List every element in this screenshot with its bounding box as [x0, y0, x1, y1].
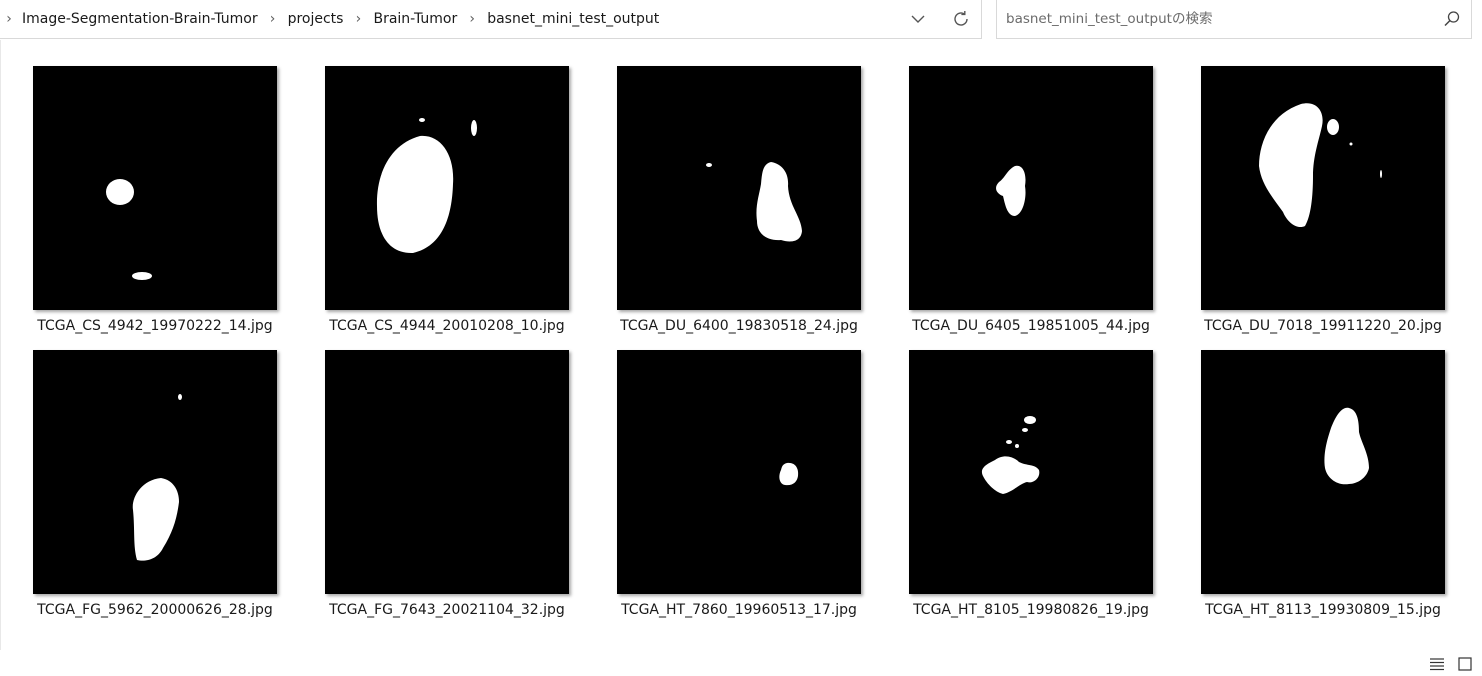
image-thumbnail [1201, 350, 1445, 594]
image-thumbnail [325, 66, 569, 310]
image-thumbnail [33, 350, 277, 594]
history-dropdown-button[interactable] [902, 4, 934, 34]
refresh-icon [954, 11, 968, 26]
search-icon[interactable] [1443, 10, 1461, 28]
file-name: TCGA_HT_8113_19930809_15.jpg [1205, 602, 1441, 618]
breadcrumb-item-brain-tumor[interactable]: Brain-Tumor [369, 11, 461, 27]
image-thumbnail [325, 350, 569, 594]
file-name: TCGA_FG_5962_20000626_28.jpg [37, 602, 273, 618]
large-icons-view-icon [1458, 657, 1472, 671]
file-item[interactable]: TCGA_CS_4942_19970222_14.jpg [13, 66, 283, 354]
breadcrumb-item-projects[interactable]: projects [284, 11, 348, 27]
chevron-right-icon[interactable]: › [262, 11, 284, 27]
content-pane-border [0, 40, 1, 650]
refresh-button[interactable] [945, 4, 977, 34]
file-item[interactable]: TCGA_FG_7643_20021104_32.jpg [305, 350, 575, 638]
chevron-right-icon[interactable]: › [0, 11, 18, 27]
file-item[interactable]: TCGA_FG_5962_20000626_28.jpg [13, 350, 283, 638]
image-thumbnail [909, 66, 1153, 310]
file-item[interactable]: TCGA_CS_4944_20010208_10.jpg [305, 66, 575, 354]
file-name: TCGA_DU_6405_19851005_44.jpg [912, 318, 1150, 334]
search-box[interactable] [996, 0, 1472, 39]
file-item[interactable]: TCGA_HT_8105_19980826_19.jpg [889, 350, 1159, 638]
file-name: TCGA_CS_4942_19970222_14.jpg [37, 318, 273, 334]
details-view-icon [1430, 658, 1444, 671]
image-thumbnail [617, 350, 861, 594]
address-bar[interactable]: › Image-Segmentation-Brain-Tumor › proje… [0, 0, 982, 39]
file-item[interactable]: TCGA_HT_8113_19930809_15.jpg [1181, 350, 1451, 638]
file-item[interactable]: TCGA_DU_6400_19830518_24.jpg [597, 66, 867, 354]
image-thumbnail [1201, 66, 1445, 310]
file-item[interactable]: TCGA_HT_7860_19960513_17.jpg [597, 350, 867, 638]
breadcrumb: › Image-Segmentation-Brain-Tumor › proje… [0, 0, 663, 38]
file-name: TCGA_DU_6400_19830518_24.jpg [620, 318, 858, 334]
navigation-bar: › Image-Segmentation-Brain-Tumor › proje… [0, 0, 1482, 40]
chevron-right-icon[interactable]: › [347, 11, 369, 27]
file-name: TCGA_CS_4944_20010208_10.jpg [329, 318, 565, 334]
file-name: TCGA_FG_7643_20021104_32.jpg [329, 602, 565, 618]
image-thumbnail [617, 66, 861, 310]
large-icons-view-button[interactable] [1455, 654, 1475, 674]
image-thumbnail [33, 66, 277, 310]
file-item[interactable]: TCGA_DU_6405_19851005_44.jpg [889, 66, 1159, 354]
file-name: TCGA_HT_7860_19960513_17.jpg [621, 602, 857, 618]
search-input[interactable] [1006, 8, 1426, 30]
breadcrumb-item-image-segmentation-brain-tumor[interactable]: Image-Segmentation-Brain-Tumor [18, 11, 262, 27]
image-thumbnail [909, 350, 1153, 594]
chevron-right-icon[interactable]: › [461, 11, 483, 27]
details-view-button[interactable] [1427, 654, 1447, 674]
file-name: TCGA_HT_8105_19980826_19.jpg [913, 602, 1149, 618]
file-name: TCGA_DU_7018_19911220_20.jpg [1204, 318, 1442, 334]
file-item[interactable]: TCGA_DU_7018_19911220_20.jpg [1181, 66, 1451, 354]
breadcrumb-item-current-folder[interactable]: basnet_mini_test_output [483, 11, 663, 27]
chevron-down-icon [911, 15, 925, 23]
